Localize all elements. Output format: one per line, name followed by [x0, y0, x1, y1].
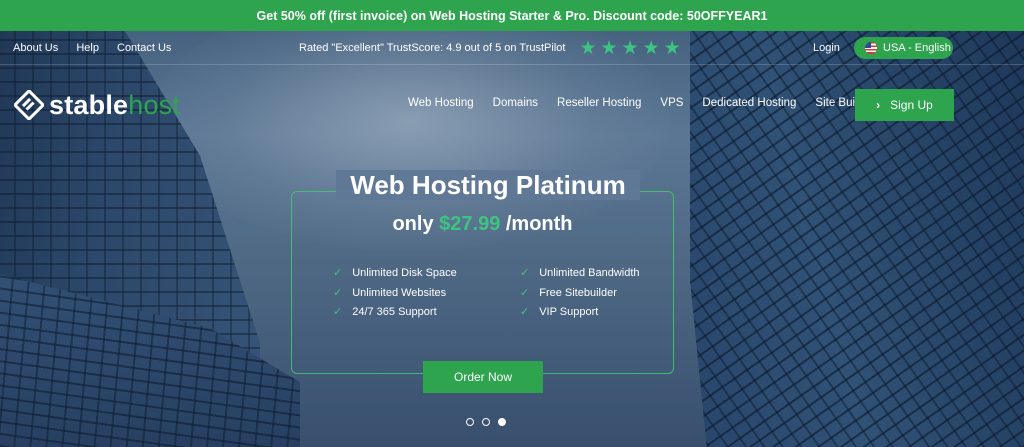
carousel-dots: [466, 418, 506, 426]
feature-item: ✓ Free Sitebuilder: [520, 286, 617, 300]
trustpilot-rating[interactable]: Rated "Excellent" TrustScore: 4.9 out of…: [299, 31, 681, 65]
order-now-button[interactable]: Order Now: [423, 361, 543, 393]
plan-price: only $27.99 /month: [392, 213, 573, 235]
contact-us-link[interactable]: Contact Us: [117, 42, 171, 54]
plan-title: Web Hosting Platinum: [333, 170, 643, 206]
language-label: USA - English: [883, 42, 951, 54]
nav-reseller-hosting[interactable]: Reseller Hosting: [557, 97, 641, 109]
rating-stars: ★ ★ ★ ★ ★: [579, 39, 680, 58]
logo-icon: [14, 90, 44, 120]
main-nav: Web Hosting Domains Reseller Hosting VPS…: [408, 97, 874, 109]
carousel-dot[interactable]: [466, 418, 474, 426]
login-link[interactable]: Login: [813, 31, 840, 65]
feature-item: ✓ Unlimited Disk Space: [333, 266, 457, 280]
check-icon: ✓: [520, 306, 530, 318]
top-nav: About Us Help Contact Us Rated "Excellen…: [0, 31, 1024, 65]
check-icon: ✓: [520, 287, 530, 299]
promo-text: Get 50% off (first invoice) on Web Hosti…: [256, 8, 768, 23]
nav-web-hosting[interactable]: Web Hosting: [408, 97, 474, 109]
check-icon: ✓: [333, 267, 343, 279]
nav-domains[interactable]: Domains: [493, 97, 538, 109]
price-amount: $27.99: [439, 213, 501, 235]
promo-banner: Get 50% off (first invoice) on Web Hosti…: [0, 0, 1024, 31]
sign-up-label: Sign Up: [890, 98, 933, 112]
brand-logo[interactable]: stablehost: [14, 89, 180, 121]
sign-up-button[interactable]: › Sign Up: [855, 89, 954, 121]
language-selector[interactable]: USA - English: [854, 37, 953, 59]
about-us-link[interactable]: About Us: [13, 42, 58, 54]
star-icon: ★: [642, 37, 660, 59]
star-icon: ★: [621, 37, 639, 59]
us-flag-icon: [865, 42, 877, 54]
carousel-dot[interactable]: [482, 418, 490, 426]
check-icon: ✓: [333, 306, 343, 318]
star-icon: ★: [663, 37, 681, 59]
brand-name: stablehost: [49, 89, 181, 120]
trust-text: Rated "Excellent" TrustScore: 4.9 out of…: [299, 42, 566, 54]
chevron-right-icon: ›: [876, 98, 881, 112]
top-links: About Us Help Contact Us: [13, 42, 186, 54]
feature-item: ✓ Unlimited Websites: [333, 286, 447, 300]
star-icon: ★: [579, 37, 597, 59]
feature-item: ✓ Unlimited Bandwidth: [520, 266, 640, 280]
nav-vps[interactable]: VPS: [660, 97, 683, 109]
feature-item: ✓ 24/7 365 Support: [333, 305, 437, 319]
check-icon: ✓: [520, 267, 530, 279]
star-icon: ★: [600, 37, 618, 59]
feature-item: ✓ VIP Support: [520, 305, 599, 319]
check-icon: ✓: [333, 287, 343, 299]
carousel-dot-active[interactable]: [498, 418, 506, 426]
help-link[interactable]: Help: [76, 42, 99, 54]
nav-dedicated-hosting[interactable]: Dedicated Hosting: [702, 97, 796, 109]
